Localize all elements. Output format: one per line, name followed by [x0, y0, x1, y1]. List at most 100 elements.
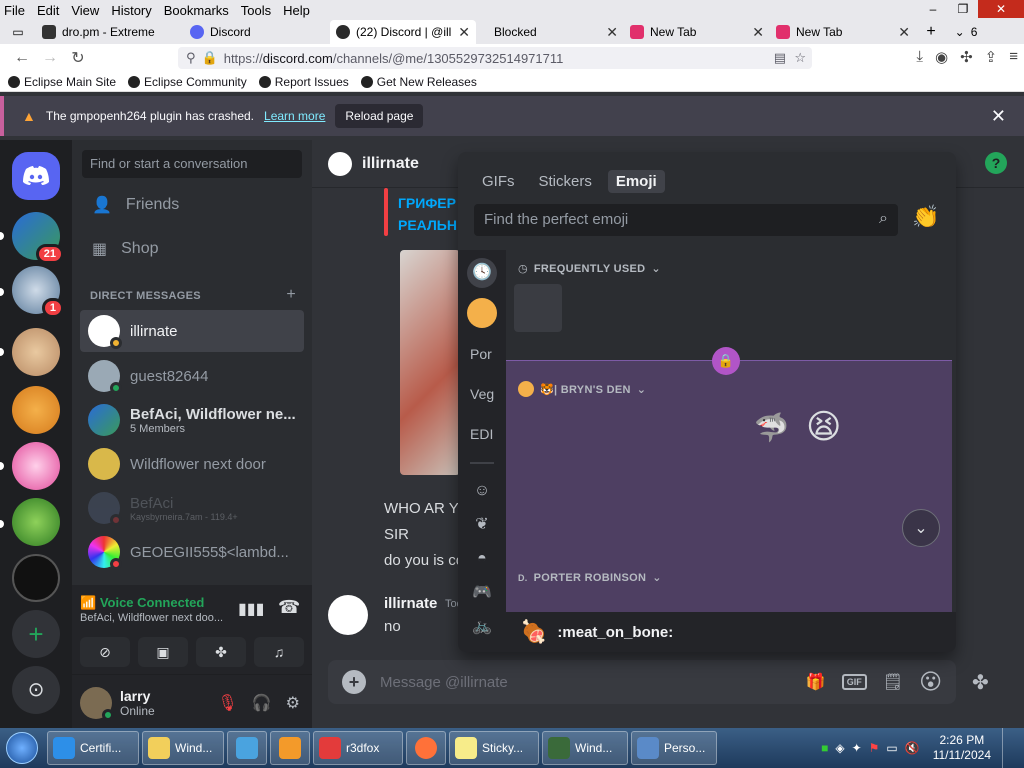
tab-dro-pm[interactable]: dro.pm - Extreme	[36, 20, 184, 44]
tray-volume-muted-icon[interactable]: 🔇	[905, 741, 920, 755]
apps-icon[interactable]: ✤	[972, 670, 989, 695]
close-window-button[interactable]: ✕	[978, 0, 1024, 18]
message-author[interactable]: illirnate	[384, 595, 437, 612]
guild-server-3[interactable]	[12, 328, 60, 376]
dm-item-wildflower[interactable]: Wildflower next door	[80, 443, 304, 485]
share-icon[interactable]: ⇪	[985, 48, 998, 66]
bookmark-eclipse-community[interactable]: Eclipse Community	[128, 75, 247, 89]
tab-close-icon[interactable]: ✕	[752, 24, 764, 41]
bookmark-star-icon[interactable]: ☆	[794, 50, 806, 66]
dm-search-input[interactable]: Find or start a conversation	[82, 150, 302, 178]
sticker-icon[interactable]: 🗒	[883, 672, 903, 692]
discover-compass-icon[interactable]: ⊙	[12, 666, 60, 714]
skin-tone-clap-icon[interactable]: 👏	[912, 204, 939, 230]
nitro-lock-icon[interactable]: 🔒	[712, 347, 740, 375]
recent-clock-icon[interactable]: 🕓	[467, 258, 497, 288]
back-arrow-icon[interactable]: ←	[8, 49, 36, 67]
tab-stickers[interactable]: Stickers	[531, 170, 600, 193]
taskbar-r3dfox[interactable]: r3dfox	[313, 731, 403, 765]
dm-item-illirnate[interactable]: illirnate	[80, 310, 304, 352]
gift-icon[interactable]: 🎁	[806, 672, 826, 692]
menu-tools[interactable]: Tools	[235, 3, 277, 18]
dm-item-group[interactable]: BefAci, Wildflower ne... 5 Members	[80, 399, 304, 441]
maximize-button[interactable]: ❐	[948, 0, 978, 18]
tab-blocked[interactable]: Blocked ✕	[476, 20, 624, 44]
tab-new-tab-1[interactable]: New Tab ✕	[624, 20, 770, 44]
user-avatar[interactable]	[80, 686, 114, 721]
taskbar-window[interactable]: Wind...	[542, 731, 628, 765]
clock[interactable]: 2:26 PM 11/11/2024	[933, 733, 991, 763]
emoji-button-icon[interactable]: 😮	[919, 669, 942, 695]
rail-server-edi[interactable]: EDI	[470, 426, 493, 442]
tab-list-icon[interactable]: ▭	[0, 20, 36, 44]
activity-gamepad-icon[interactable]: 🎮	[467, 578, 497, 608]
noise-suppression-icon[interactable]: ▮▮▮	[238, 599, 264, 619]
headphones-icon[interactable]: 🎧	[252, 693, 272, 713]
tab-discord[interactable]: Discord	[184, 20, 330, 44]
bookmark-get-new-releases[interactable]: Get New Releases	[360, 75, 477, 89]
extensions-icon[interactable]: ✣	[960, 48, 973, 66]
menu-help[interactable]: Help	[277, 3, 316, 18]
guild-eclipse[interactable]	[12, 554, 60, 602]
taskbar-personalize[interactable]: Perso...	[631, 731, 717, 765]
tab-overflow-button[interactable]: ⌄ 6	[946, 20, 986, 44]
bookmark-eclipse-main[interactable]: Eclipse Main Site	[8, 75, 116, 89]
menu-bookmarks[interactable]: Bookmarks	[158, 3, 235, 18]
dm-item-geoegii[interactable]: GEOEGII555$<lambd...	[80, 531, 304, 573]
close-notification-icon[interactable]: ✕	[991, 106, 1006, 127]
nature-leaf-icon[interactable]: ❦	[467, 510, 497, 540]
menu-view[interactable]: View	[65, 3, 105, 18]
help-icon[interactable]: ?	[985, 152, 1007, 174]
taskbar-ie[interactable]: Certifi...	[47, 731, 139, 765]
tab-close-icon[interactable]: ✕	[458, 24, 470, 41]
discord-home-button[interactable]	[12, 152, 60, 200]
reader-view-icon[interactable]: ▤	[774, 50, 786, 66]
message-input[interactable]: Message @illirnate	[380, 674, 792, 691]
guild-server-2[interactable]: 1	[12, 266, 64, 318]
menu-file[interactable]: File	[0, 3, 31, 18]
tab-gifs[interactable]: GIFs	[474, 170, 523, 193]
forward-arrow-icon[interactable]: →	[36, 49, 64, 67]
create-dm-plus-icon[interactable]: +	[286, 286, 296, 304]
tired-face-emoji[interactable]: 😫	[806, 407, 841, 447]
smiley-category-icon[interactable]: ☺	[467, 476, 497, 506]
tray-flag-icon[interactable]: ⚑	[869, 741, 880, 755]
taskbar-firefox[interactable]	[406, 731, 446, 765]
url-bar[interactable]: ⚲ 🔒 https://discord.com/channels/@me/130…	[178, 47, 812, 69]
account-icon[interactable]: ◉	[935, 48, 948, 66]
dm-item-guest[interactable]: guest82644	[80, 355, 304, 397]
tray-green-icon[interactable]: ■	[821, 741, 828, 755]
screen-share-icon[interactable]: ▣	[138, 637, 188, 667]
taskbar-media[interactable]	[227, 731, 267, 765]
nav-friends[interactable]: 👤 Friends	[80, 184, 304, 226]
tab-discord-active[interactable]: (22) Discord | @ill ✕	[330, 20, 476, 44]
mic-muted-icon[interactable]: 🎙	[217, 693, 237, 713]
voice-status[interactable]: 📶 Voice Connected	[80, 595, 204, 611]
tab-new-tab-2[interactable]: New Tab ✕	[770, 20, 916, 44]
settings-gear-icon[interactable]: ⚙	[286, 693, 300, 713]
new-tab-plus-icon[interactable]: +	[916, 20, 946, 44]
tray-monitor-icon[interactable]: ▭	[886, 741, 897, 755]
scroll-down-chevron-icon[interactable]: ⌄	[902, 509, 940, 547]
camera-off-icon[interactable]: ⊘	[80, 637, 130, 667]
downloads-icon[interactable]: ⤓	[916, 48, 923, 66]
guild-folder[interactable]: 21	[12, 212, 64, 264]
recent-emoji-slot[interactable]	[514, 284, 562, 332]
category-bryns-den[interactable]: 🐯| BRYN'S DEN ⌄	[518, 381, 646, 397]
voice-channel[interactable]: BefAci, Wildflower next doo...	[80, 612, 230, 624]
menu-history[interactable]: History	[105, 3, 157, 18]
shark-emoji[interactable]: 🦈	[754, 411, 789, 444]
category-porter-robinson[interactable]: D. PORTER ROBINSON ⌄	[518, 571, 662, 585]
lock-icon[interactable]: 🔒	[202, 50, 218, 66]
guild-vegans[interactable]	[12, 498, 60, 546]
taskbar-sticky[interactable]: Sticky...	[449, 731, 539, 765]
tab-close-icon[interactable]: ✕	[606, 24, 618, 41]
dm-item-befaci[interactable]: BefAci Kaysbyrneira.7am - 119.4+	[80, 487, 304, 529]
reload-page-button[interactable]: Reload page	[335, 104, 424, 128]
taskbar-uc[interactable]	[270, 731, 310, 765]
nav-shop[interactable]: ▦ Shop	[80, 228, 304, 270]
activities-icon[interactable]: ✤	[196, 637, 246, 667]
minimize-button[interactable]: –	[918, 0, 948, 18]
add-server-plus-icon[interactable]: +	[12, 610, 60, 658]
bookmark-report-issues[interactable]: Report Issues	[258, 75, 349, 89]
